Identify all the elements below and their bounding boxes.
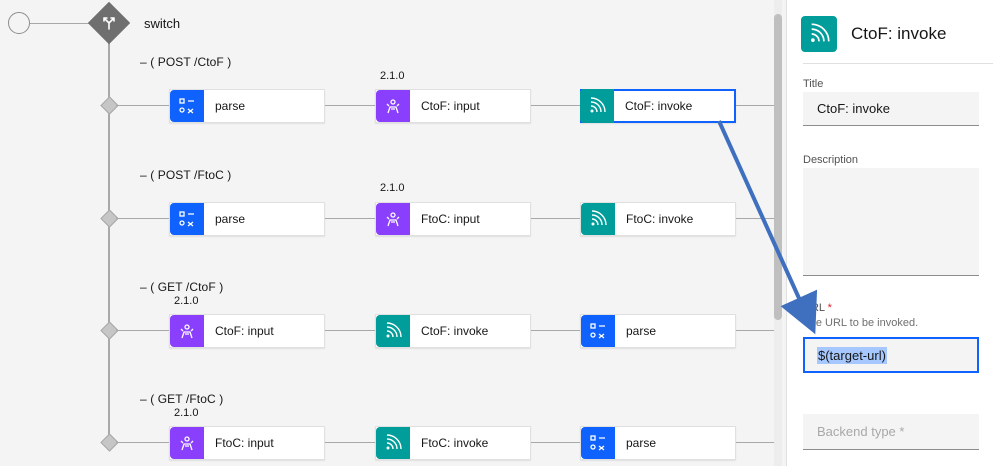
branch-connector [116,218,169,219]
case-label-post-ftoc: – ( POST /FtoC ) [140,168,232,182]
assembly-node-parse[interactable]: parse [580,426,736,460]
assembly-node-invoke[interactable]: FtoC: invoke [580,202,736,236]
assembly-node-parse[interactable]: parse [169,202,325,236]
assembly-node-parse[interactable]: parse [580,314,736,348]
node-connector [325,105,375,106]
input-icon [170,427,204,459]
backend-type-select[interactable]: Backend type * [803,414,979,450]
node-label: FtoC: input [215,436,274,450]
assembly-node-invoke[interactable]: CtoF: invoke [375,314,531,348]
parse-icon [581,315,615,347]
node-connector [531,218,580,219]
node-label: FtoC: invoke [421,436,489,450]
invoke-icon [801,16,837,52]
case-label-get-ctof: – ( GET /CtoF ) [140,280,224,294]
url-selected-value: $(target-url) [817,346,887,364]
description-textarea[interactable] [803,168,979,276]
node-connector [325,218,375,219]
url-helper-text: The URL to be invoked. [803,317,919,329]
assembly-node-input[interactable]: FtoC: input [375,202,531,236]
node-label: FtoC: invoke [626,212,694,226]
title-input[interactable]: CtoF: invoke [803,92,979,126]
case-label-get-ftoc: – ( GET /FtoC ) [140,392,224,406]
node-version: 2.1.0 [174,295,199,307]
url-input[interactable]: $(target-url) [803,337,979,373]
node-connector [736,330,774,331]
assembly-node-invoke-selected[interactable]: CtoF: invoke [580,89,736,123]
node-connector [325,442,375,443]
node-label: CtoF: invoke [421,324,489,338]
invoke-icon [581,203,615,235]
start-connector [30,23,94,24]
node-version: 2.1.0 [380,70,405,82]
url-field-label: URL * [803,302,832,314]
description-field-label: Description [803,154,859,166]
canvas-scrollbar-thumb[interactable] [774,14,782,320]
assembly-node-parse[interactable]: parse [169,89,325,123]
node-connector [736,218,774,219]
url-label-text: URL [803,302,825,314]
node-connector [531,442,580,443]
node-label: parse [626,324,657,338]
invoke-icon [376,427,410,459]
switch-label: switch [144,16,181,31]
parse-icon [581,427,615,459]
node-label: parse [215,99,246,113]
node-connector [531,105,580,106]
invoke-icon [376,315,410,347]
input-icon [376,203,410,235]
properties-panel: CtoF: invoke Title CtoF: invoke Descript… [786,0,993,466]
api-assembly-editor: switch – ( POST /CtoF ) 2.1.0 parse CtoF… [0,0,993,466]
node-label: parse [626,436,657,450]
switch-branch-icon [98,12,120,34]
parse-icon [170,90,204,122]
node-label: CtoF: input [421,99,480,113]
node-connector [736,105,774,106]
node-connector [736,442,774,443]
input-icon [170,315,204,347]
node-version: 2.1.0 [380,182,405,194]
node-connector [531,330,580,331]
case-label-post-ctof: – ( POST /CtoF ) [140,55,232,69]
node-label: CtoF: input [215,324,274,338]
node-label: FtoC: input [421,212,480,226]
node-label: parse [215,212,246,226]
parse-icon [170,203,204,235]
invoke-icon [580,89,614,123]
branch-connector [116,330,169,331]
panel-title: CtoF: invoke [851,24,947,43]
node-connector [325,330,375,331]
assembly-canvas[interactable]: switch – ( POST /CtoF ) 2.1.0 parse CtoF… [0,0,786,466]
branch-connector [116,105,169,106]
assembly-node-input[interactable]: CtoF: input [375,89,531,123]
assembly-node-input[interactable]: CtoF: input [169,314,325,348]
input-icon [376,90,410,122]
panel-divider [803,63,993,64]
branch-connector [116,442,169,443]
assembly-node-input[interactable]: FtoC: input [169,426,325,460]
start-node[interactable] [8,12,30,34]
node-label: CtoF: invoke [625,99,693,113]
node-version: 2.1.0 [174,407,199,419]
assembly-node-invoke[interactable]: FtoC: invoke [375,426,531,460]
title-field-label: Title [803,78,824,90]
required-marker: * [827,302,832,314]
